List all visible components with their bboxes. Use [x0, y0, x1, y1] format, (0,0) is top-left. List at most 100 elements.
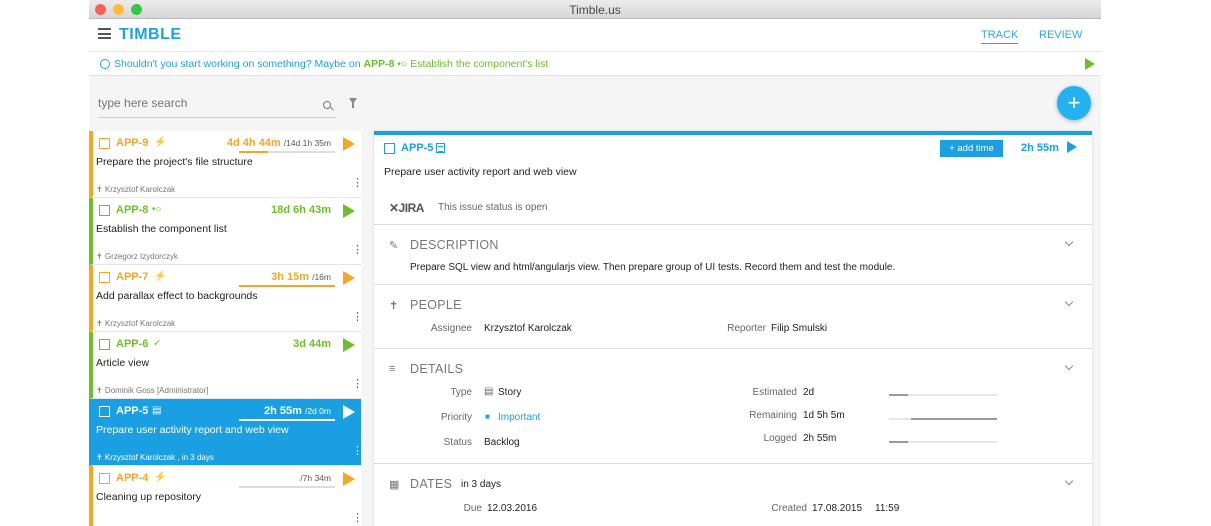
due-value[interactable]: 12.03.2016 [487, 503, 537, 514]
start-task-button[interactable] [343, 137, 355, 151]
type-value[interactable]: Story [498, 387, 521, 398]
task-checkbox[interactable] [99, 339, 110, 350]
tab-review[interactable]: REVIEW [1039, 29, 1082, 41]
chevron-down-icon[interactable] [1064, 476, 1074, 486]
app-window: Timble.us TIMBLE TRACK REVIEW Shouldn't … [89, 0, 1101, 526]
task-checkbox[interactable] [99, 138, 110, 149]
chevron-down-icon[interactable] [1064, 361, 1074, 371]
chevron-down-icon[interactable] [1064, 237, 1074, 247]
task-progress-track [239, 486, 335, 488]
jira-logo: ✕JIRA [389, 201, 424, 215]
logged-label: Logged [763, 433, 797, 444]
task-key: APP-7 [116, 271, 149, 283]
more-options-icon[interactable]: ⋮ [352, 379, 361, 390]
detail-title: Prepare user activity report and web vie… [384, 166, 577, 178]
app-header: TIMBLE TRACK REVIEW [89, 19, 1101, 51]
section-header-description[interactable]: DESCRIPTION [410, 238, 499, 252]
description-section: ✎ DESCRIPTION Prepare SQL view and html/… [374, 225, 1092, 285]
start-task-button[interactable] [343, 405, 355, 419]
task-card-app-6[interactable]: APP-6 ✓ 3d 44m Article view ✝ Dominik Go… [89, 332, 361, 399]
chevron-down-icon[interactable] [1064, 297, 1074, 307]
tab-track[interactable]: TRACK [981, 29, 1019, 44]
details-section: ≡ DETAILS Type ▤ Story Priority ■ Import… [374, 349, 1092, 464]
start-task-button[interactable] [343, 204, 355, 218]
window-title: Timble.us [569, 3, 621, 17]
task-title: Prepare user activity report and web vie… [96, 424, 289, 436]
menu-icon[interactable] [98, 28, 111, 39]
logged-bar [889, 441, 997, 443]
task-key: APP-5 [116, 405, 149, 417]
bug-icon: ⚡ [154, 137, 167, 148]
search-input[interactable] [98, 93, 298, 110]
detail-duration: 2h 55m [1021, 142, 1059, 154]
section-header-dates[interactable]: DATES [410, 477, 452, 491]
bug-icon: ⚡ [154, 271, 167, 282]
task-time: 18d 6h 43m [271, 204, 331, 216]
task-estimate: /2d 0m [305, 406, 331, 416]
task-time: 3h 15m /16m [271, 271, 331, 283]
estimated-bar [889, 394, 997, 396]
pencil-icon: ✎ [389, 240, 399, 252]
section-header-people[interactable]: PEOPLE [410, 298, 462, 312]
priority-value[interactable]: Important [498, 412, 540, 423]
add-task-button[interactable]: + [1057, 86, 1091, 120]
task-checkbox[interactable] [99, 406, 110, 417]
remaining-value: 1d 5h 5m [803, 410, 845, 421]
detail-task-key: APP-5 [401, 142, 434, 154]
task-card-app-9[interactable]: APP-9 ⚡ 4d 4h 44m /14d 1h 35m Prepare th… [89, 131, 361, 198]
due-label: Due [463, 503, 482, 514]
task-key: APP-8 [116, 204, 149, 216]
more-options-icon[interactable]: ⋮ [352, 245, 361, 256]
more-options-icon[interactable]: ⋮ [352, 312, 361, 323]
add-time-button[interactable]: + add time [940, 140, 1003, 157]
dates-relative: in 3 days [461, 479, 502, 490]
story-icon: ▤ [484, 386, 494, 397]
start-task-button[interactable] [343, 338, 355, 352]
task-card-app-5[interactable]: APP-5 ▤ 2h 55m /2d 0m Prepare user activ… [89, 399, 361, 466]
task-time: 3d 44m [293, 338, 331, 350]
suggestion-task-title[interactable]: Establish the component's list [407, 58, 548, 70]
task-card-app-7[interactable]: APP-7 ⚡ 3h 15m /16m Add parallax effect … [89, 265, 361, 332]
start-timer-button[interactable] [1067, 141, 1077, 153]
task-key: APP-6 [116, 338, 149, 350]
clock-icon [100, 59, 110, 69]
reporter-value[interactable]: Filip Smulski [771, 323, 827, 334]
more-options-icon[interactable]: ⋮ [352, 446, 361, 457]
reporter-label: Reporter [727, 323, 766, 334]
task-time: 2h 55m /2d 0m [264, 405, 331, 417]
issue-status-text: This issue status is open [438, 202, 548, 213]
created-value: 17.08.2015 [812, 503, 863, 514]
app-logo[interactable]: TIMBLE [119, 26, 182, 44]
suggestion-status-icon: •○ [397, 58, 408, 70]
start-suggested-task-button[interactable] [1085, 58, 1095, 70]
detail-checkbox[interactable] [384, 143, 395, 154]
description-text: Prepare SQL view and html/angularjs view… [410, 262, 896, 273]
status-value[interactable]: Backlog [484, 437, 520, 448]
search-box [98, 93, 336, 118]
priority-label: Priority [440, 412, 472, 423]
suggestion-task-key[interactable]: APP-8 [363, 58, 394, 70]
start-task-button[interactable] [343, 472, 355, 486]
task-list: APP-9 ⚡ 4d 4h 44m /14d 1h 35m Prepare th… [89, 131, 361, 526]
story-icon [436, 143, 445, 153]
assignee-value[interactable]: Krzysztof Karolczak [484, 323, 572, 334]
task-detail-panel: APP-5 + add time 2h 55m Prepare user act… [374, 131, 1092, 526]
remaining-label: Remaining [749, 410, 797, 421]
task-card-app-8[interactable]: APP-8 •○ 18d 6h 43m Establish the compon… [89, 198, 361, 265]
estimated-value: 2d [803, 387, 815, 398]
task-card-app-4[interactable]: APP-4 ⚡ /7h 34m Cleaning up repository ⋮ [89, 466, 361, 526]
type-label: Type [450, 387, 472, 398]
search-icon[interactable] [323, 101, 331, 109]
start-task-button[interactable] [343, 271, 355, 285]
task-estimate: /16m [312, 272, 331, 282]
list-icon: ≡ [389, 363, 396, 375]
task-checkbox[interactable] [99, 473, 110, 484]
task-checkbox[interactable] [99, 205, 110, 216]
filter-icon[interactable] [349, 98, 357, 108]
created-time: 11:59 [875, 503, 900, 514]
more-options-icon[interactable]: ⋮ [352, 513, 361, 524]
task-estimate: /7h 34m [300, 473, 331, 483]
task-checkbox[interactable] [99, 272, 110, 283]
section-header-details[interactable]: DETAILS [410, 362, 463, 376]
more-options-icon[interactable]: ⋮ [352, 178, 361, 189]
